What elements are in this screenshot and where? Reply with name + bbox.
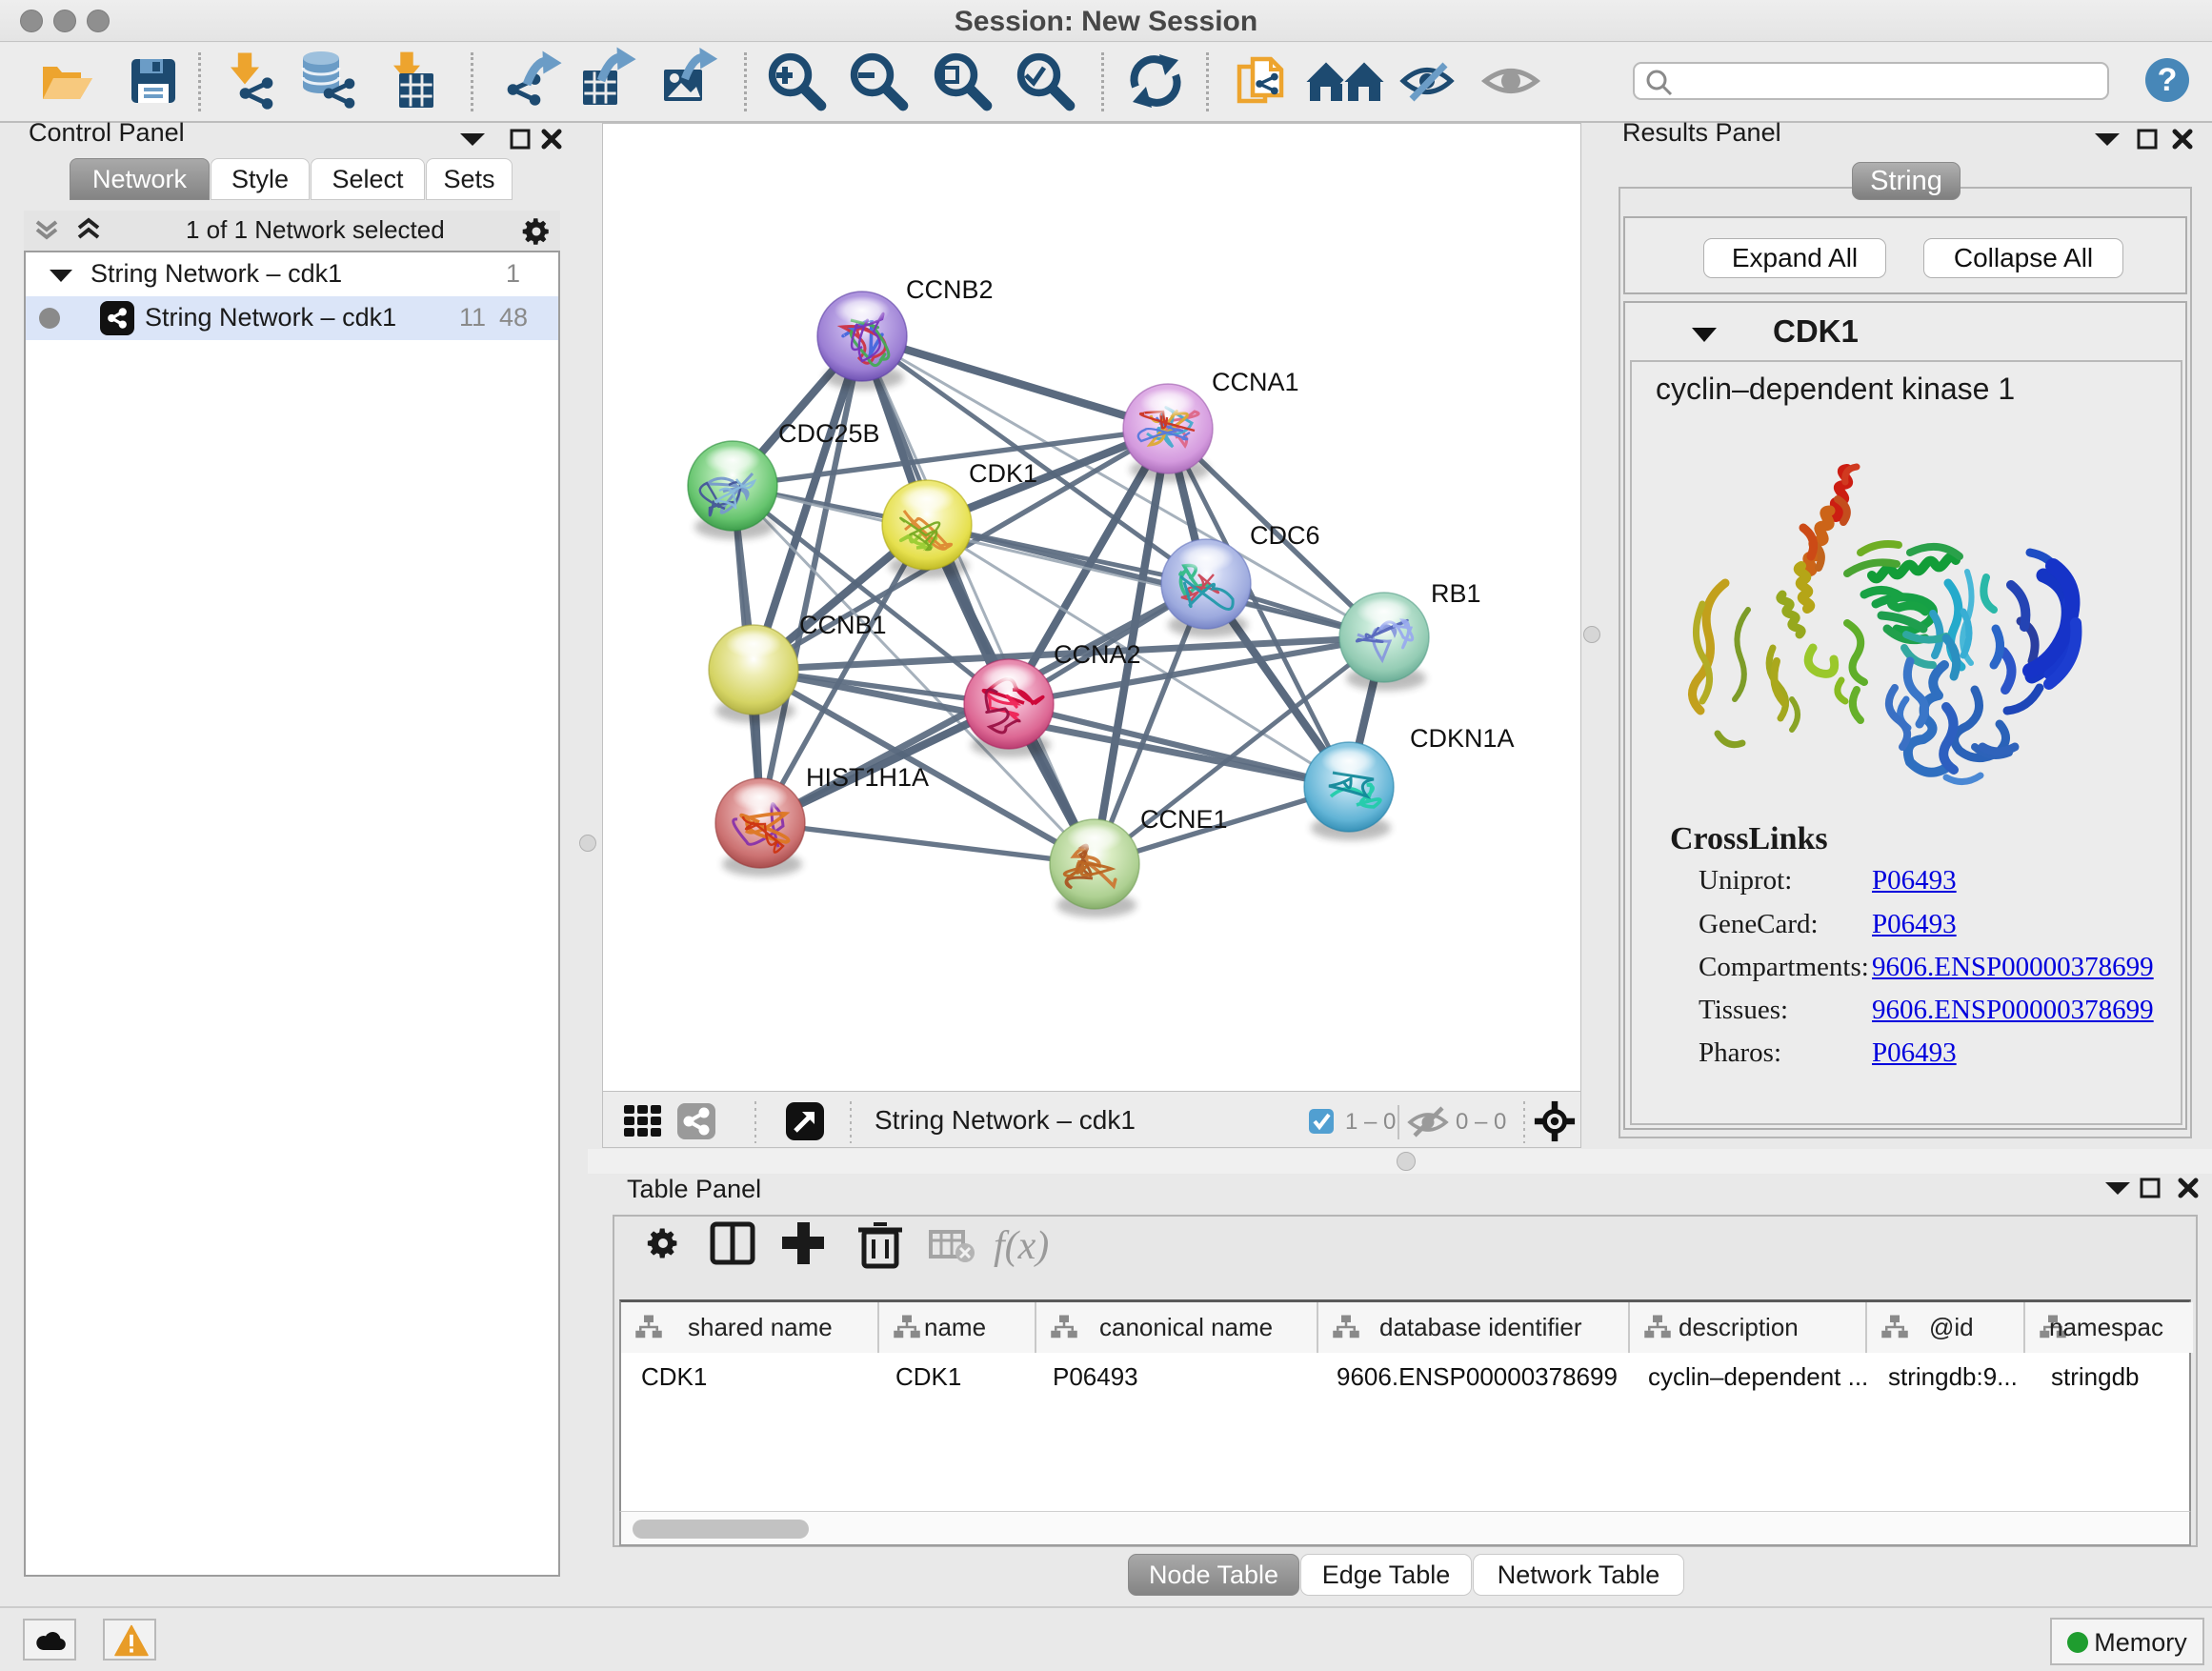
svg-text:CDK1: CDK1: [969, 459, 1037, 488]
svg-text:CDC25B: CDC25B: [778, 419, 880, 448]
svg-text:f(x): f(x): [994, 1224, 1049, 1268]
svg-text:CCNB2: CCNB2: [906, 275, 994, 304]
svg-text:RB1: RB1: [1431, 579, 1481, 608]
svg-text:CCNA2: CCNA2: [1054, 640, 1141, 669]
svg-text:CDKN1A: CDKN1A: [1410, 724, 1515, 753]
svg-text:CCNE1: CCNE1: [1140, 805, 1228, 834]
svg-text:CDC6: CDC6: [1250, 521, 1320, 550]
svg-text:CCNB1: CCNB1: [799, 611, 887, 639]
svg-text:HIST1H1A: HIST1H1A: [806, 763, 929, 792]
svg-text:1 – 0: 1 – 0: [1345, 1109, 1396, 1135]
svg-text:0 – 0: 0 – 0: [1456, 1109, 1506, 1135]
svg-text:CCNA1: CCNA1: [1212, 368, 1299, 396]
